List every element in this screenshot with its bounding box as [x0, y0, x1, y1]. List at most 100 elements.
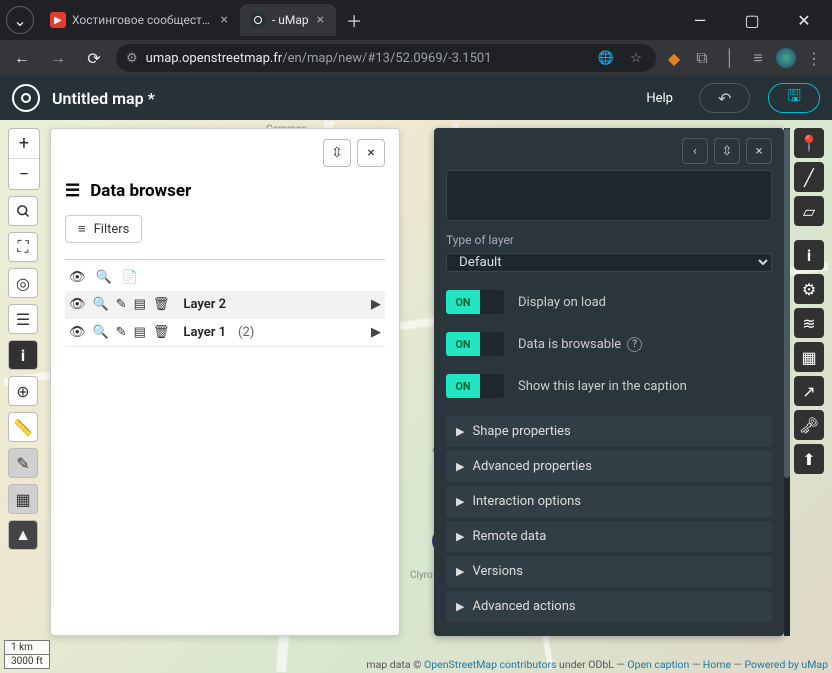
extension-icon[interactable]: ⧉	[692, 48, 712, 68]
map-title[interactable]: Untitled map *	[52, 89, 634, 108]
edit-icon[interactable]: ✎	[116, 297, 127, 312]
umap-logo-icon[interactable]	[12, 84, 40, 112]
edit-icon[interactable]: ✎	[116, 325, 127, 340]
home-link[interactable]: Home	[703, 658, 731, 671]
close-icon[interactable]: ×	[219, 10, 230, 30]
zoom-out-button[interactable]: −	[9, 159, 39, 189]
import-button[interactable]: ⬆	[794, 444, 824, 474]
layer-row[interactable]: 👁 🔍 ✎ ▤ 🗑 Layer 2 ▶	[65, 291, 385, 319]
back-button[interactable]: ‹	[682, 138, 708, 164]
tab-favicon-icon	[250, 12, 266, 28]
accordion-advanced-actions[interactable]: ▶Advanced actions	[446, 591, 772, 622]
layer-name: Layer 1	[183, 325, 226, 340]
accordion-advanced-properties[interactable]: ▶Advanced properties	[446, 451, 772, 482]
zoom-icon[interactable]: 🔍	[93, 297, 109, 312]
tab-inactive[interactable]: ▶ Хостинговое сообщество «Tin ×	[40, 4, 240, 36]
permissions-button[interactable]: 🗝	[794, 410, 824, 440]
zoom-in-button[interactable]: +	[9, 129, 39, 159]
toggle-panel-button[interactable]: ⇳	[323, 139, 351, 167]
forward-button[interactable]: →	[44, 44, 72, 72]
tilelayer-button[interactable]: ▦	[8, 484, 38, 514]
draw-polygon-button[interactable]: ▱	[794, 196, 824, 226]
manage-layers-button[interactable]: ≋	[794, 308, 824, 338]
accordion-shape-properties[interactable]: ▶Shape properties	[446, 416, 772, 447]
draw-marker-button[interactable]: 📍	[794, 128, 824, 158]
site-settings-icon[interactable]: ⚙	[126, 51, 138, 66]
powered-link[interactable]: Powered by uMap	[744, 658, 828, 671]
close-panel-button[interactable]: ×	[357, 139, 385, 167]
center-button[interactable]: ↗	[794, 376, 824, 406]
measure-button[interactable]: 📏	[8, 412, 38, 442]
extension-icons: ◆ ⧉ │ ≡ ⋮	[664, 48, 824, 68]
zoom-icon[interactable]: 🔍	[93, 325, 109, 340]
osm-link[interactable]: OpenStreetMap contributors	[424, 658, 556, 671]
back-button[interactable]: ←	[8, 44, 36, 72]
accordion-versions[interactable]: ▶Versions	[446, 556, 772, 587]
tab-active[interactable]: - uMap ×	[240, 4, 336, 36]
data-browsable-toggle[interactable]: ON	[446, 332, 504, 356]
panel-scrollbar[interactable]	[784, 128, 790, 636]
fullscreen-button[interactable]: ⛶	[8, 232, 38, 262]
profile-icon[interactable]	[776, 48, 796, 68]
layers-button[interactable]: ☰	[8, 304, 38, 334]
description-textarea[interactable]	[446, 170, 772, 221]
zoom-icon[interactable]: 🔍	[96, 270, 112, 285]
table-icon[interactable]: ▤	[134, 297, 146, 312]
expand-icon[interactable]: ▶	[371, 325, 381, 340]
save-button[interactable]: 🖫	[768, 83, 820, 113]
extension-icon[interactable]: ◆	[664, 48, 684, 68]
new-tab-button[interactable]: ＋	[340, 6, 368, 34]
delete-icon[interactable]: 🗑	[153, 325, 170, 340]
draw-line-button[interactable]: ╱	[794, 162, 824, 192]
help-link[interactable]: Help	[646, 91, 673, 106]
app-header: Untitled map * Help ↶ 🖫	[0, 76, 832, 120]
help-icon[interactable]: ?	[627, 337, 642, 352]
maximize-button[interactable]: ▢	[730, 5, 774, 35]
visibility-icon[interactable]: 👁	[69, 297, 86, 312]
collapse-button[interactable]: ▲	[8, 520, 38, 550]
display-on-load-toggle[interactable]: ON	[446, 290, 504, 314]
map-scale: 1 km 3000 ft	[4, 640, 50, 669]
accordion-interaction-options[interactable]: ▶Interaction options	[446, 486, 772, 517]
expand-icon[interactable]: ▶	[371, 297, 381, 312]
tilelayers-button[interactable]: ▦	[794, 342, 824, 372]
address-bar[interactable]: ⚙ umap.openstreetmap.fr/en/map/new/#13/5…	[116, 44, 656, 72]
close-window-button[interactable]: ✕	[782, 5, 826, 35]
show-in-caption-toggle[interactable]: ON	[446, 374, 504, 398]
info-button[interactable]: i	[8, 340, 38, 370]
reading-list-icon[interactable]: ≡	[748, 48, 768, 68]
undo-button[interactable]: ↶	[699, 83, 750, 113]
minimize-button[interactable]: —	[678, 5, 722, 35]
locate-button[interactable]: ⊕	[8, 376, 38, 406]
chevron-right-icon: ▶	[456, 460, 464, 473]
edit-osm-button[interactable]: ✎	[8, 448, 38, 478]
tab-list-dropdown[interactable]: ⌄	[6, 6, 34, 34]
filters-button[interactable]: ≡ Filters	[65, 215, 142, 243]
map-settings-button[interactable]: ⚙	[794, 274, 824, 304]
visibility-icon[interactable]: 👁	[69, 325, 86, 340]
chevron-right-icon: ▶	[456, 425, 464, 438]
layer-type-select[interactable]: Default	[446, 253, 772, 272]
copy-icon[interactable]: 📄	[122, 270, 138, 285]
delete-icon[interactable]: 🗑	[153, 297, 170, 312]
share-button[interactable]: ◎	[8, 268, 38, 298]
close-icon[interactable]: ×	[315, 10, 326, 30]
toggle-label: Data is browsable	[518, 337, 621, 352]
map-canvas[interactable]: Common A438 Clyro + − ⛶ ◎ ☰ i ⊕ 📏 ✎ ▦ ▲ …	[0, 120, 832, 673]
search-button[interactable]	[8, 196, 38, 226]
translate-icon[interactable]: 🌐	[596, 48, 616, 68]
layer-edit-panel: ‹ ⇳ × Type of layer Default ON Display o…	[434, 128, 784, 636]
visibility-icon[interactable]: 👁	[69, 270, 86, 285]
close-panel-button[interactable]: ×	[746, 138, 772, 164]
menu-icon[interactable]: ⋮	[804, 48, 824, 68]
caption-link[interactable]: Open caption	[627, 658, 689, 671]
reload-button[interactable]: ⟳	[80, 44, 108, 72]
layer-row[interactable]: 👁 🔍 ✎ ▤ 🗑 Layer 1 (2) ▶	[65, 319, 385, 347]
caption-button[interactable]: i	[794, 240, 824, 270]
table-icon[interactable]: ▤	[134, 325, 146, 340]
layer-count: (2)	[238, 325, 254, 340]
accordion-remote-data[interactable]: ▶Remote data	[446, 521, 772, 552]
bookmark-icon[interactable]: ☆	[626, 48, 646, 68]
toggle-panel-button[interactable]: ⇳	[714, 138, 740, 164]
extension-icon[interactable]: │	[720, 48, 740, 68]
